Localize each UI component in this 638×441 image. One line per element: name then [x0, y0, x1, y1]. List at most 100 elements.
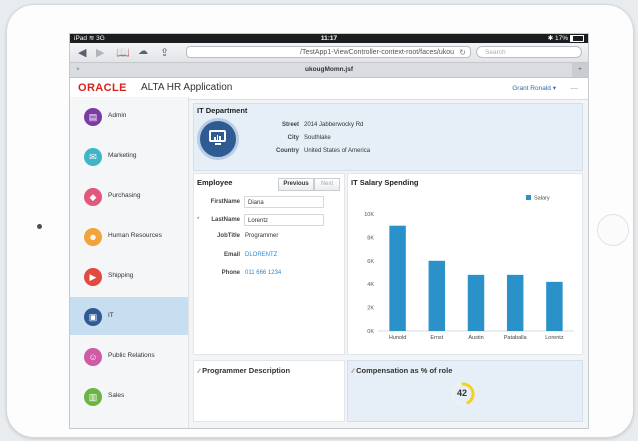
- street-label: Street: [281, 122, 299, 128]
- sidebar-item-it[interactable]: ▣ IT: [70, 297, 188, 335]
- home-button[interactable]: [597, 214, 629, 246]
- clock: 11:17: [320, 35, 338, 42]
- job-title-label: JobTitle: [217, 233, 240, 239]
- sidebar-item-label: Purchasing: [108, 192, 141, 199]
- phone-row: Phone 011 666 1234: [194, 267, 344, 281]
- sidebar-item-public-relations[interactable]: ☺ Public Relations: [70, 337, 188, 375]
- employee-panel: Employee Previous Next FirstName Diana *…: [193, 173, 345, 355]
- x-tick-label: Lorentz: [545, 335, 564, 341]
- x-tick-label: Austin: [468, 335, 483, 341]
- sidebar-item-marketing[interactable]: ✉ Marketing: [70, 137, 188, 175]
- share-icon[interactable]: ⇪: [160, 46, 169, 59]
- sidebar-item-label: Sales: [108, 392, 125, 399]
- phone-link[interactable]: 011 666 1234: [245, 270, 281, 276]
- browser-toolbar: ◀ ▶ 📖 ☁ ⇪ /TestApp1-ViewController-conte…: [70, 43, 588, 63]
- sidebar-item-purchasing[interactable]: ◆ Purchasing: [70, 177, 188, 215]
- sidebar-item-label: Public Relations: [108, 352, 155, 359]
- y-tick-label: 6K: [367, 259, 374, 265]
- sidebar-item-label: Human Resources: [108, 232, 162, 239]
- sidebar-item-shipping[interactable]: ▶ Shipping: [70, 257, 188, 295]
- phone-label: Phone: [221, 270, 240, 276]
- salary-bar: [389, 225, 406, 331]
- y-tick-label: 0K: [367, 329, 374, 335]
- bookmarks-icon[interactable]: 📖: [116, 46, 130, 59]
- cloud-icon[interactable]: ☁: [138, 46, 148, 57]
- previous-button[interactable]: Previous: [278, 178, 314, 191]
- email-label: Email: [223, 252, 240, 258]
- department-panel: IT Department Street 2014 Jabberwocky Rd…: [193, 103, 583, 171]
- description-panel: ⁄⁄ Programmer Description: [193, 360, 345, 422]
- legend-swatch: [526, 195, 531, 200]
- new-tab-icon[interactable]: +: [572, 63, 588, 77]
- url-text: /TestApp1-ViewController-context-root/fa…: [300, 49, 454, 56]
- compensation-panel: ⁄⁄ Compensation as % of role 42: [347, 360, 583, 422]
- sidebar-item-human-resources[interactable]: ☻ Human Resources: [70, 217, 188, 255]
- app-title: ALTA HR Application: [141, 82, 233, 93]
- tag-icon: ◆: [84, 188, 102, 206]
- salary-bar: [428, 260, 446, 331]
- first-name-field[interactable]: Diana: [244, 196, 324, 208]
- country-row: Country United States of America: [244, 148, 544, 158]
- chart-icon: ▥: [84, 388, 102, 406]
- more-menu[interactable]: ....: [570, 84, 578, 91]
- sidebar-item-label: IT: [108, 312, 114, 319]
- forward-icon[interactable]: ▶: [96, 46, 104, 59]
- tab-title[interactable]: ukougMomn.jsf: [305, 66, 353, 73]
- sidebar-item-admin[interactable]: ▤ Admin: [70, 97, 188, 135]
- mail-icon: ✉: [84, 148, 102, 166]
- country-value: United States of America: [304, 148, 371, 154]
- city-row: City Southlake: [244, 135, 544, 145]
- url-field[interactable]: /TestApp1-ViewController-context-root/fa…: [186, 46, 471, 58]
- battery-label: 17%: [554, 35, 568, 42]
- department-title: IT Department: [197, 106, 248, 115]
- content: ▤ Admin ✉ Marketing ◆ Purchasing ☻ Human…: [70, 97, 588, 428]
- y-tick-label: 8K: [367, 235, 374, 241]
- street-value: 2014 Jabberwocky Rd: [304, 122, 364, 128]
- group-icon: ☺: [84, 348, 102, 366]
- y-tick-label: 4K: [367, 282, 374, 288]
- close-tab-icon[interactable]: ×: [76, 63, 80, 77]
- email-row: Email DLORENTZ: [194, 249, 344, 263]
- sidebar-item-label: Marketing: [108, 152, 137, 159]
- street-row: Street 2014 Jabberwocky Rd: [244, 122, 544, 132]
- email-link[interactable]: DLORENTZ: [245, 252, 277, 258]
- salary-bar: [506, 274, 524, 331]
- user-menu[interactable]: Grant Ronald ▾: [512, 84, 556, 92]
- salary-chart: 0K 2K 4K 6K 8K 10K Hunold Ernst Austin Pataballa L…: [364, 195, 574, 341]
- user-name: Grant Ronald: [512, 85, 551, 92]
- screen: iPad ≋ 3G 11:17 ✱ 17% ◀ ▶ 📖 ☁ ⇪ /TestApp…: [69, 33, 589, 429]
- last-name-field[interactable]: Lorentz: [244, 214, 324, 226]
- compensation-value: 42: [456, 388, 467, 398]
- x-tick-label: Pataballa: [504, 335, 528, 341]
- truck-icon: ▶: [84, 268, 102, 286]
- description-title: Programmer Description: [202, 366, 291, 375]
- employee-title: Employee: [197, 178, 233, 187]
- city-label: City: [287, 135, 299, 141]
- search-field[interactable]: Search: [476, 46, 582, 58]
- ipad-frame: iPad ≋ 3G 11:17 ✱ 17% ◀ ▶ 📖 ☁ ⇪ /TestApp…: [6, 4, 634, 438]
- camera-icon: [37, 224, 42, 229]
- next-button[interactable]: Next: [314, 178, 340, 191]
- main-panel: IT Department Street 2014 Jabberwocky Rd…: [189, 97, 588, 428]
- panel-grip-icon: ⁄⁄: [198, 369, 201, 375]
- bluetooth-icon: ✱: [547, 35, 554, 42]
- salary-bar: [546, 281, 563, 331]
- salary-chart-panel: IT Salary Spending 0K 2K 4K 6K 8K 10K Hunold Er…: [347, 173, 583, 355]
- country-label: Country: [276, 148, 299, 154]
- reload-icon[interactable]: ↻: [459, 47, 466, 57]
- sidebar-item-label: Admin: [108, 112, 127, 119]
- last-name-label: LastName: [211, 217, 240, 223]
- last-name-row: * LastName Lorentz: [194, 214, 344, 228]
- sidebar-item-label: Shipping: [108, 272, 134, 279]
- sidebar-item-sales[interactable]: ▥ Sales: [70, 377, 188, 415]
- panel-grip-icon: ⁄⁄: [352, 369, 355, 375]
- monitor-icon: ▣: [84, 308, 102, 326]
- sidebar: ▤ Admin ✉ Marketing ◆ Purchasing ☻ Human…: [70, 97, 189, 428]
- x-tick-label: Ernst: [430, 335, 443, 341]
- back-icon[interactable]: ◀: [78, 46, 86, 59]
- compensation-title: Compensation as % of role: [356, 366, 453, 375]
- oracle-logo: ORACLE: [78, 82, 127, 94]
- department-monitor-icon: [197, 118, 239, 160]
- admin-icon: ▤: [84, 108, 102, 126]
- job-title-row: JobTitle Programmer: [194, 230, 344, 244]
